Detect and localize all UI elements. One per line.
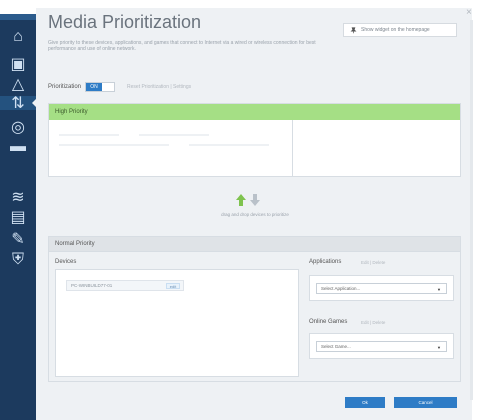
applications-select-panel: Select Application... ▼	[309, 275, 454, 301]
cancel-button[interactable]: Cancel	[394, 397, 457, 408]
scrollbar[interactable]	[470, 20, 473, 400]
applications-select[interactable]: Select Application... ▼	[316, 283, 447, 294]
applications-links[interactable]: Edit | Delete	[361, 260, 385, 265]
wifi-icon[interactable]: ≋	[9, 189, 27, 206]
prioritization-row: Prioritization ON Reset Prioritization |…	[48, 81, 191, 93]
chevron-down-icon: ▼	[437, 287, 441, 292]
devices-list[interactable]: PC-WINBUILD77-01 edit	[55, 269, 299, 377]
ok-button[interactable]: Ok	[345, 397, 385, 408]
prioritization-label: Prioritization	[48, 84, 82, 90]
arrow-down-icon	[250, 194, 260, 206]
alert-icon[interactable]: △	[9, 76, 27, 93]
toggle-off	[102, 83, 115, 91]
devices-label: Devices	[55, 259, 77, 265]
page-title: Media Prioritization	[48, 12, 202, 32]
applications-select-value: Select Application...	[321, 286, 361, 291]
chevron-down-icon: ▼	[437, 345, 441, 350]
drag-hint: drag and drop devices to prioritize	[221, 212, 289, 217]
device-name: PC-WINBUILD77-01	[71, 283, 113, 288]
devices-icon[interactable]: ▣	[9, 56, 27, 73]
sidebar-top-strip	[0, 14, 36, 20]
placeholder-line	[59, 134, 119, 136]
prioritization-icon[interactable]: ⇅	[9, 95, 27, 112]
online-games-label: Online Games	[309, 319, 348, 325]
show-widget-label: Show widget on the homepage	[361, 27, 430, 33]
high-priority-dropzone[interactable]	[49, 120, 293, 176]
storage-icon[interactable]: ▤	[9, 209, 27, 226]
arrow-up-icon	[236, 194, 246, 206]
prioritization-toggle[interactable]: ON	[85, 82, 116, 92]
online-games-links[interactable]: Edit | Delete	[361, 320, 385, 325]
tools-icon[interactable]: ✎	[9, 231, 27, 248]
high-priority-header: High Priority	[49, 104, 460, 120]
normal-priority-header: Normal Priority	[49, 237, 460, 252]
normal-priority-panel: Normal Priority Devices PC-WINBUILD77-01…	[48, 236, 461, 382]
security-icon[interactable]: ⛨	[9, 251, 27, 268]
prioritization-links[interactable]: Reset Prioritization | Settings	[127, 84, 191, 90]
page-description: Give priority to these devices, applicat…	[48, 40, 316, 52]
app-window: ⌂ ▣ △ ⇅ ◎ ▬ ≋ ▤ ✎ ⛨ × Media Prioritizati…	[0, 0, 479, 420]
speed-icon[interactable]: ▬	[9, 138, 27, 155]
toggle-on: ON	[86, 83, 103, 91]
priority-arrows	[235, 193, 261, 207]
high-priority-panel: High Priority	[48, 103, 461, 177]
placeholder-line	[59, 144, 169, 146]
online-games-select-panel: Select Game... ▼	[309, 333, 454, 359]
show-widget-button[interactable]: Show widget on the homepage	[343, 23, 457, 37]
placeholder-line	[189, 144, 269, 146]
device-edit-tag[interactable]: edit	[166, 283, 180, 289]
device-chip[interactable]: PC-WINBUILD77-01 edit	[66, 280, 184, 291]
online-games-select[interactable]: Select Game... ▼	[316, 341, 447, 352]
home-icon[interactable]: ⌂	[9, 28, 27, 45]
placeholder-line	[139, 134, 209, 136]
pin-icon	[350, 26, 357, 33]
online-games-select-value: Select Game...	[321, 344, 351, 349]
globe-icon[interactable]: ◎	[9, 119, 27, 136]
close-icon[interactable]: ×	[466, 8, 476, 18]
applications-label: Applications	[309, 259, 342, 265]
sidebar-active-notch	[32, 99, 36, 107]
